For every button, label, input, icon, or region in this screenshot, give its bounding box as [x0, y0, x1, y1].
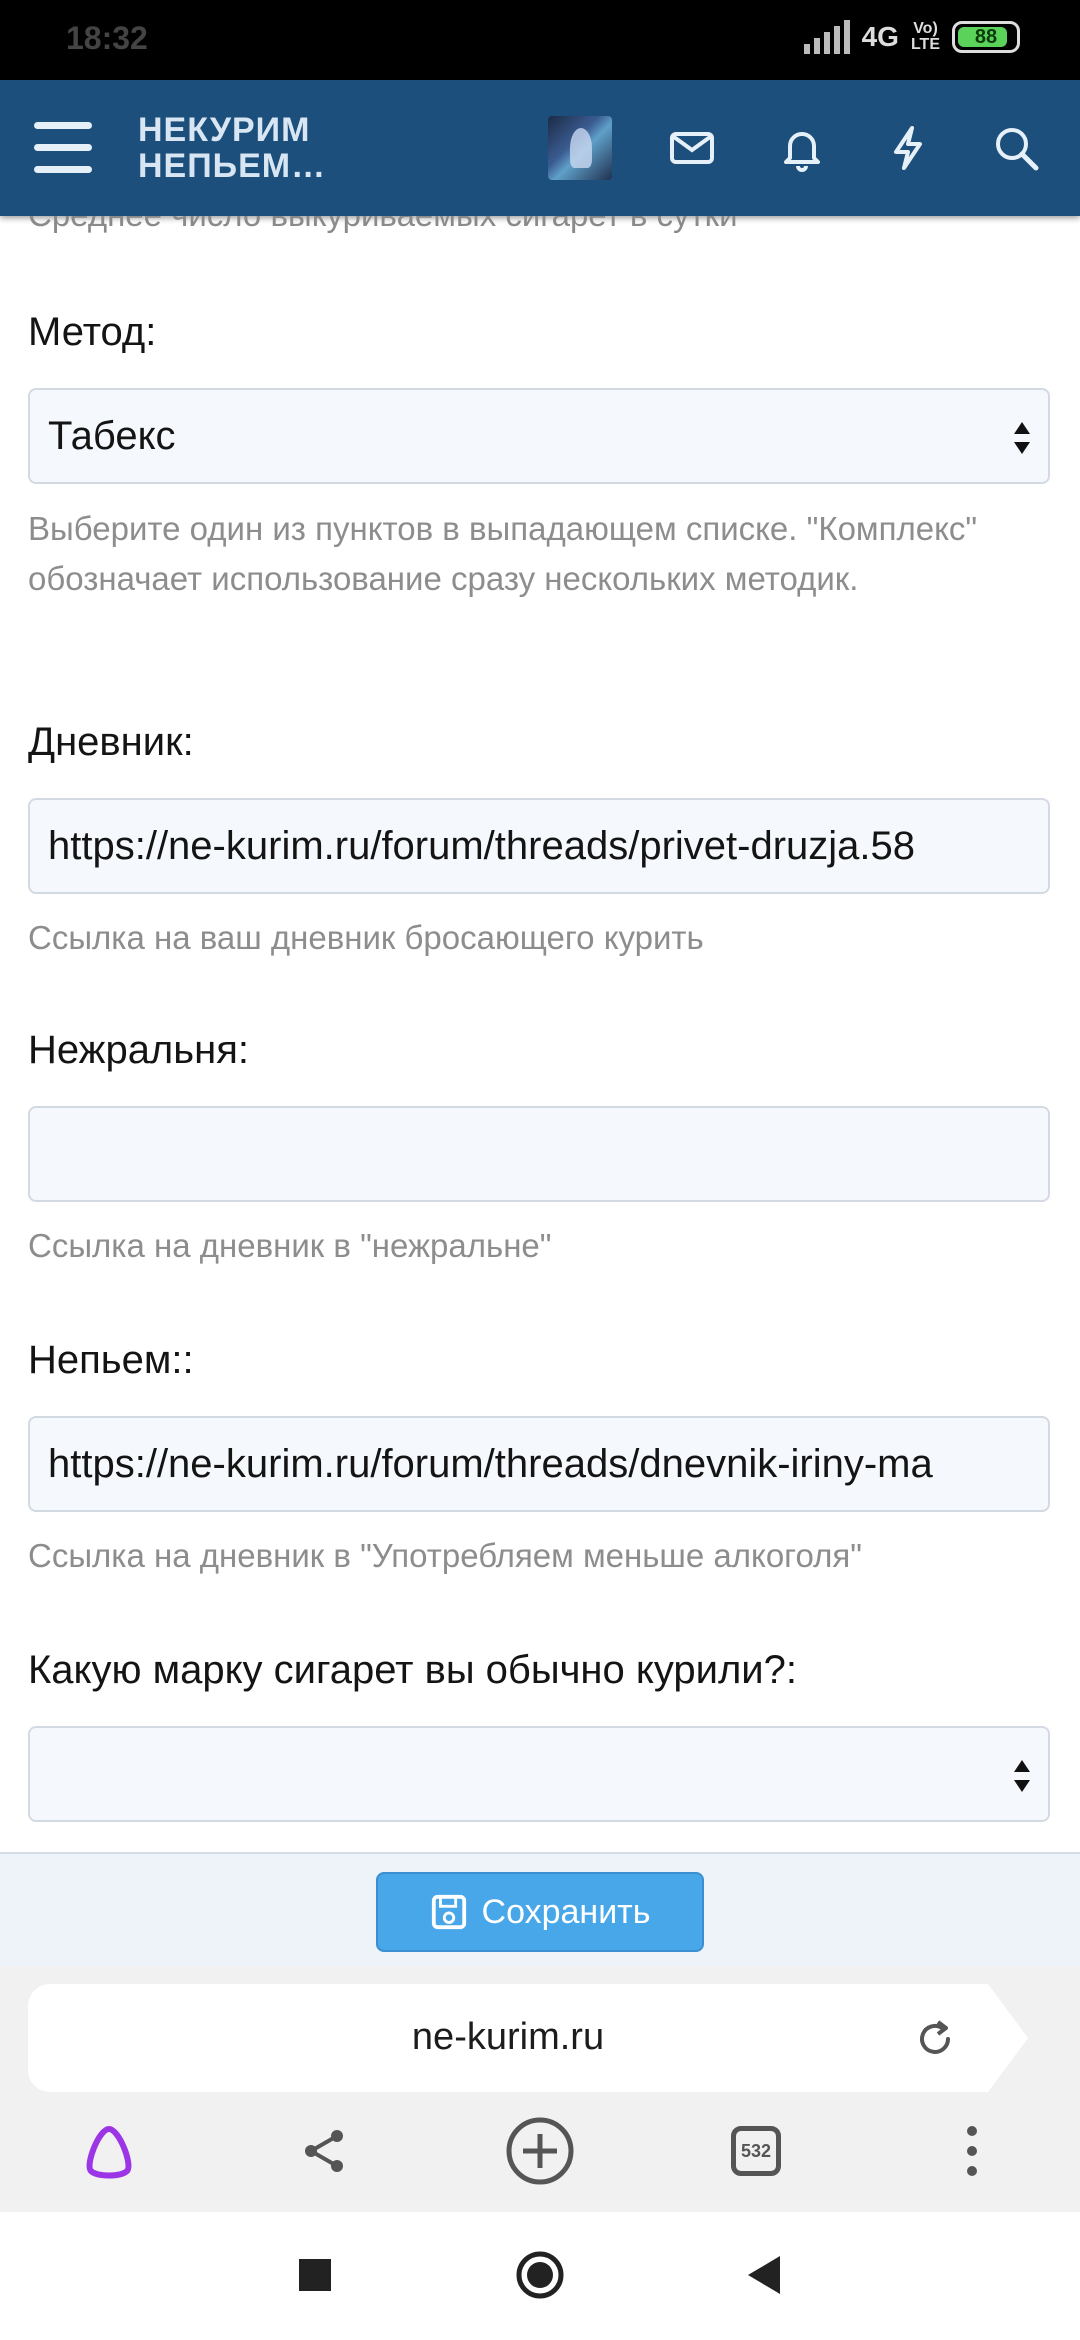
battery-icon: 88: [952, 21, 1020, 53]
method-select[interactable]: Табекс: [28, 388, 1050, 484]
brand-label: Какую марку сигарет вы обычно курили?:: [28, 1648, 798, 1692]
url-text: ne-kurim.ru: [411, 2016, 605, 2058]
method-value: Табекс: [48, 414, 176, 458]
network-type: 4G: [861, 21, 899, 52]
save-bar: Сохранить: [0, 1852, 1080, 1966]
nepyem-input[interactable]: https://ne-kurim.ru/forum/threads/dnevni…: [28, 1416, 1050, 1512]
nepyem-value: https://ne-kurim.ru/forum/threads/dnevni…: [48, 1442, 933, 1486]
recent-apps-icon[interactable]: [290, 2250, 340, 2300]
save-button[interactable]: Сохранить: [376, 1872, 704, 1952]
search-icon[interactable]: [992, 124, 1040, 172]
save-icon: [431, 1894, 466, 1930]
mail-icon[interactable]: [668, 124, 716, 172]
system-nav-bar: [0, 2212, 1080, 2340]
tabs-icon[interactable]: 532: [721, 2116, 791, 2186]
volte-indicator: Vo) LTE: [910, 20, 940, 53]
status-time: 18:32: [66, 20, 148, 56]
select-arrows-icon: [1014, 1760, 1030, 1792]
browser-toolbar: ne-kurim.ru 532: [0, 1966, 1080, 2212]
diary-hint: Ссылка на ваш дневник бросающего курить: [28, 919, 704, 956]
new-tab-icon[interactable]: [505, 2116, 575, 2186]
bell-icon[interactable]: [778, 124, 826, 172]
select-arrows-icon: [1014, 422, 1030, 454]
site-logo[interactable]: НЕКУРИМ НЕПЬЕМ…: [138, 112, 326, 184]
menu-icon[interactable]: [34, 122, 92, 174]
save-button-label: Сохранить: [481, 1892, 651, 1931]
signal-icon: [803, 20, 850, 54]
more-options-icon[interactable]: [937, 2116, 1007, 2186]
nezhralnya-hint: Ссылка на дневник в "нежральне": [28, 1227, 552, 1264]
alice-icon[interactable]: [74, 2116, 144, 2186]
diary-input[interactable]: https://ne-kurim.ru/forum/threads/privet…: [28, 798, 1050, 894]
brand-select[interactable]: [28, 1726, 1050, 1822]
tabs-count: 532: [731, 2126, 781, 2176]
bolt-icon[interactable]: [884, 124, 932, 172]
home-icon[interactable]: [515, 2250, 565, 2300]
nepyem-hint: Ссылка на дневник в "Употребляем меньше …: [28, 1537, 862, 1574]
avatar[interactable]: [548, 116, 612, 180]
diary-label: Дневник:: [28, 720, 194, 764]
diary-value: https://ne-kurim.ru/forum/threads/privet…: [48, 824, 916, 868]
method-label: Метод:: [28, 310, 157, 354]
site-header: НЕКУРИМ НЕПЬЕМ…: [0, 80, 1080, 216]
nepyem-label: Непьем::: [28, 1338, 194, 1382]
status-indicators: 4G Vo) LTE 88: [803, 20, 1020, 54]
nezhralnya-label: Нежральня:: [28, 1028, 249, 1072]
battery-level: 88: [974, 25, 998, 48]
reload-icon[interactable]: [914, 2018, 956, 2060]
address-bar[interactable]: ne-kurim.ru: [28, 1984, 1028, 2092]
status-bar: 18:32 4G Vo) LTE 88: [0, 0, 1080, 80]
method-hint: Выберите один из пунктов в выпадающем сп…: [28, 510, 978, 597]
back-icon[interactable]: [740, 2250, 790, 2300]
nezhralnya-input[interactable]: [28, 1106, 1050, 1202]
share-icon[interactable]: [289, 2116, 359, 2186]
